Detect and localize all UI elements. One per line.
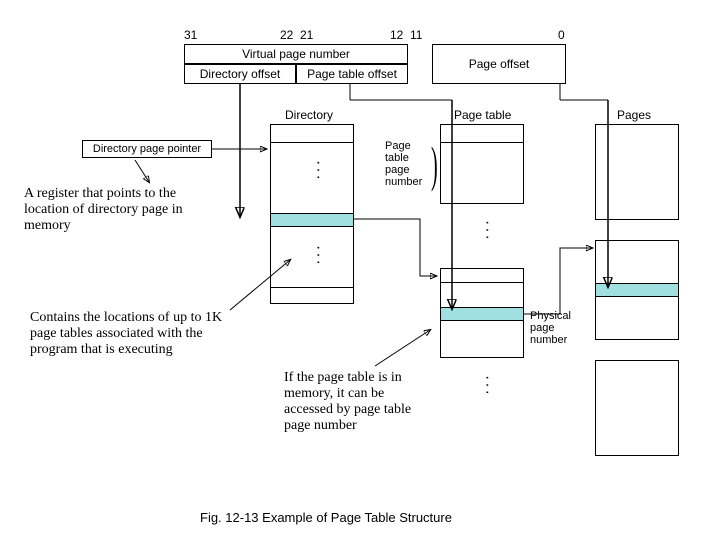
- annotation-pagetable: If the page table is in memory, it can b…: [284, 370, 424, 434]
- dir-highlight: [271, 213, 353, 227]
- pt-upper: [440, 124, 524, 204]
- dots-icon: ···: [478, 375, 496, 397]
- bit-22: 22: [280, 28, 293, 42]
- figure-caption: Fig. 12-13 Example of Page Table Structu…: [200, 510, 452, 525]
- pt-highlight: [441, 307, 523, 321]
- directory-box: ··· ···: [270, 124, 354, 304]
- ppn-label: Physical page number: [530, 310, 590, 346]
- brace-icon: ): [431, 135, 438, 193]
- dots-icon: ···: [309, 160, 327, 182]
- pt-lower: [440, 268, 524, 358]
- bit-0: 0: [558, 28, 565, 42]
- ptpn-label: Page table page number: [385, 140, 435, 188]
- dots-icon: ···: [478, 220, 496, 242]
- directory-label: Directory: [285, 108, 333, 122]
- bit-21: 21: [300, 28, 313, 42]
- dots-icon: ···: [309, 245, 327, 267]
- dir-offset-box: Directory offset: [184, 64, 296, 84]
- bit-31: 31: [184, 28, 197, 42]
- pages-mid: [595, 240, 679, 340]
- pages-label: Pages: [617, 108, 651, 122]
- vpn-box: Virtual page number: [184, 44, 408, 64]
- annotation-register: A register that points to the location o…: [24, 186, 224, 234]
- page-offset-box: Page offset: [432, 44, 566, 84]
- dir-page-pointer: Directory page pointer: [82, 140, 212, 158]
- pages-lower: [595, 360, 679, 456]
- bit-11: 11: [410, 28, 422, 42]
- pages-upper: [595, 124, 679, 220]
- annotation-directory: Contains the locations of up to 1K page …: [30, 310, 230, 358]
- bit-12: 12: [390, 28, 403, 42]
- pages-highlight: [596, 283, 678, 297]
- pagetable-label: Page table: [454, 108, 511, 122]
- pt-offset-box: Page table offset: [296, 64, 408, 84]
